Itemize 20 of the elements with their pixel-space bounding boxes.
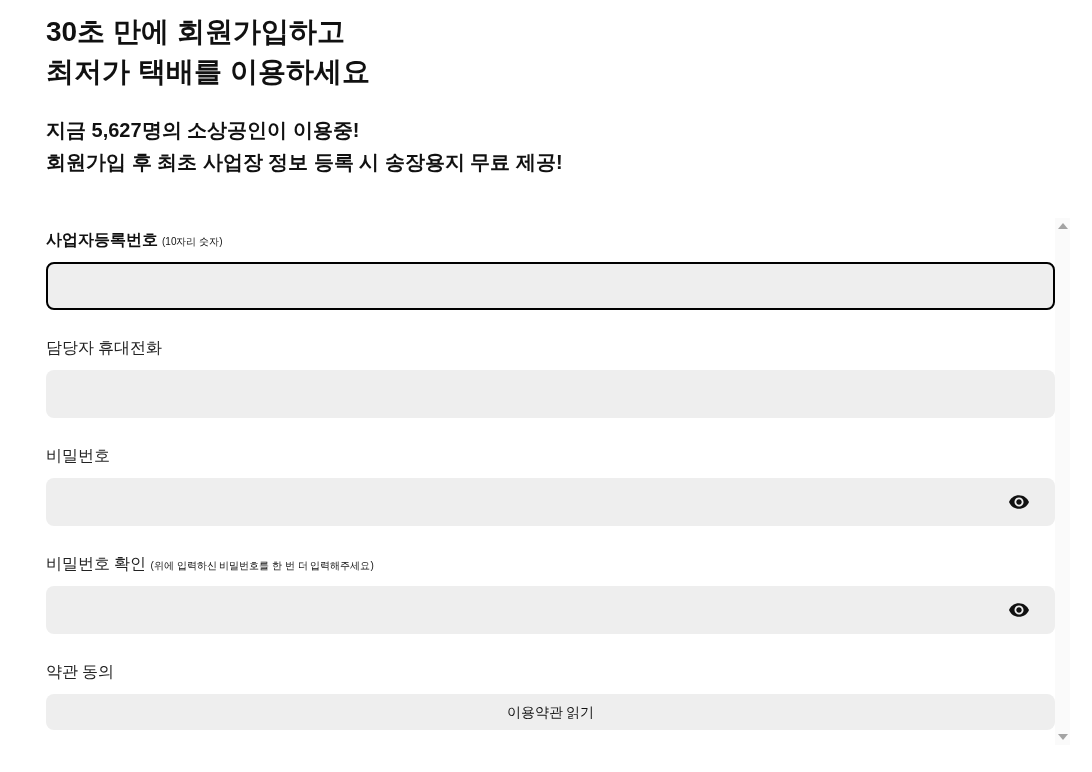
field-hint: (10자리 숫자)	[162, 235, 223, 249]
subheadline: 회원가입 후 최초 사업장 정보 등록 시 송장용지 무료 제공!	[46, 150, 564, 175]
field-hint: (위에 입력하신 비밀번호를 한 번 더 입력해주세요)	[150, 559, 374, 573]
field-label: 담당자 휴대전화	[46, 338, 163, 358]
field-label: 비밀번호	[46, 446, 110, 466]
headline: 최저가 택배를 이용하세요	[46, 55, 371, 89]
scroll-down-icon[interactable]	[1057, 734, 1068, 740]
field-label: 비밀번호 확인	[46, 554, 147, 574]
eye-icon[interactable]	[1009, 603, 1029, 617]
headline: 30초 만에 회원가입하고	[46, 15, 346, 49]
input-field[interactable]	[46, 586, 1055, 634]
field-label: 사업자등록번호	[46, 230, 158, 250]
field-label: 약관 동의	[46, 662, 115, 682]
input-field[interactable]	[46, 478, 1055, 526]
eye-icon[interactable]	[1009, 495, 1029, 509]
input-field[interactable]	[46, 262, 1055, 310]
terms-button[interactable]: 이용약관 읽기	[46, 694, 1055, 730]
scrollbar[interactable]	[1055, 218, 1070, 745]
scroll-up-icon[interactable]	[1057, 223, 1068, 229]
subheadline: 지금 5,627명의 소상공인이 이용중!	[46, 118, 361, 143]
